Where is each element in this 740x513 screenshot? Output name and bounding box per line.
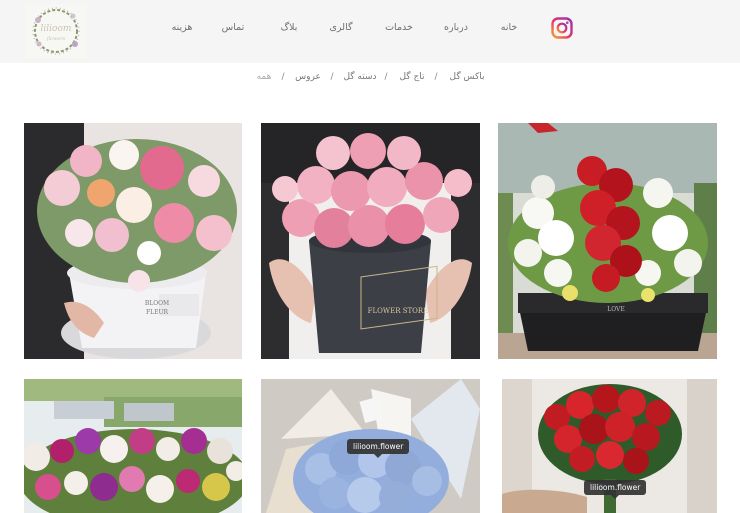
gallery-image: FLOWER STORE <box>261 123 480 359</box>
filter-box[interactable]: باکس گل <box>450 72 485 82</box>
gallery-item[interactable]: BLOOM FLEUR <box>24 123 242 359</box>
nav-services[interactable]: خدمات <box>385 22 413 33</box>
logo-subtext: flowers <box>46 36 66 42</box>
gallery-image: BLOOM FLEUR <box>24 123 242 359</box>
filter-separator: / <box>330 72 334 82</box>
gallery-image <box>24 379 242 513</box>
gallery-item[interactable]: FLOWER STORE <box>261 123 480 359</box>
gallery-image: LOVE <box>498 123 717 359</box>
instagram-watermark: lilioom.flower <box>584 480 647 499</box>
filter-separator: / <box>281 72 285 82</box>
gallery-item[interactable] <box>24 379 242 513</box>
nav-blog[interactable]: بلاگ <box>281 22 298 33</box>
nav-home[interactable]: خانه <box>501 22 518 33</box>
site-header: lilioom flowers هزینه تماس بلاگ گالری خد… <box>0 0 740 63</box>
filter-all[interactable]: همه <box>257 72 272 82</box>
box-brand: FLEUR <box>146 309 169 316</box>
site-logo[interactable]: lilioom flowers <box>25 4 87 58</box>
logo-text: lilioom <box>40 24 72 34</box>
nav-about[interactable]: درباره <box>444 22 468 33</box>
gallery-item[interactable]: lilioom.flower <box>502 379 717 513</box>
filter-separator: / <box>434 72 438 82</box>
gallery-item[interactable]: lilioom.flower <box>261 379 480 513</box>
filter-crown[interactable]: تاج گل <box>399 72 424 82</box>
filter-separator: / <box>384 72 388 82</box>
gallery-item[interactable]: LOVE <box>498 123 717 359</box>
nav-gallery[interactable]: گالری <box>330 22 353 33</box>
box-brand: FLOWER STORE <box>368 307 429 315</box>
filter-bouquet[interactable]: دسته گل <box>343 72 376 82</box>
instagram-icon[interactable] <box>551 17 573 39</box>
instagram-watermark: lilioom.flower <box>347 439 410 458</box>
filter-bride[interactable]: عروس <box>295 72 321 82</box>
nav-cost[interactable]: هزینه <box>172 22 193 33</box>
box-brand: BLOOM <box>145 300 169 307</box>
box-brand: LOVE <box>607 306 625 313</box>
nav-contact[interactable]: تماس <box>222 22 245 33</box>
